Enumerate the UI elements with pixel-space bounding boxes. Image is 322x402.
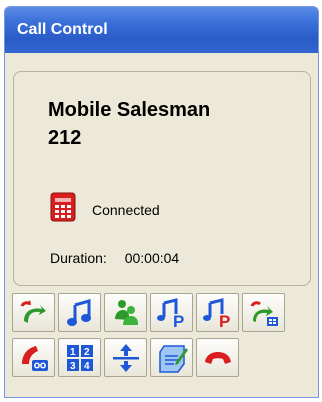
hangup-button[interactable] xyxy=(196,338,239,377)
svg-text:3: 3 xyxy=(70,361,76,372)
park-retrieve-button[interactable]: P xyxy=(196,293,239,332)
voicemail-button[interactable] xyxy=(12,338,55,377)
music-hold-button[interactable] xyxy=(58,293,101,332)
svg-text:4: 4 xyxy=(84,361,90,372)
svg-text:P: P xyxy=(173,312,184,329)
notes-button[interactable] xyxy=(150,338,193,377)
keypad-button[interactable]: 12 34 xyxy=(58,338,101,377)
svg-text:P: P xyxy=(219,312,230,329)
caller-name: Mobile Salesman xyxy=(48,99,211,121)
keypad-icon: 12 34 xyxy=(66,344,93,372)
caller-info: Mobile Salesman 212 xyxy=(48,96,288,152)
duration-row: Duration: 00:00:04 xyxy=(50,250,179,266)
toolbar-row-1: P P xyxy=(12,293,312,332)
notes-icon xyxy=(158,344,188,373)
park-retrieve-icon: P xyxy=(202,297,230,329)
split-icon xyxy=(112,343,139,372)
transfer-icon xyxy=(20,299,46,323)
transfer-button[interactable] xyxy=(12,293,55,332)
call-info-panel: Mobile Salesman 212 Connected Duration: … xyxy=(13,71,311,286)
call-status: Connected xyxy=(92,201,160,218)
svg-text:1: 1 xyxy=(70,347,76,358)
duration-label: Duration: xyxy=(50,250,107,266)
phone-icon xyxy=(50,192,76,227)
toolbar-row-2: 12 34 xyxy=(12,338,312,377)
retrieve-icon xyxy=(250,300,278,326)
conference-button[interactable] xyxy=(104,293,147,332)
park-icon: P xyxy=(156,297,184,329)
caller-extension: 212 xyxy=(48,127,82,149)
park-button[interactable]: P xyxy=(150,293,193,332)
status-row: Connected xyxy=(50,192,160,227)
window-title: Call Control xyxy=(17,21,108,38)
music-hold-icon xyxy=(66,298,91,326)
conference-icon xyxy=(114,299,138,325)
svg-text:2: 2 xyxy=(84,347,90,358)
title-bar[interactable]: Call Control xyxy=(5,7,318,53)
call-control-window: Call Control Mobile Salesman 212 Connect… xyxy=(4,6,319,398)
split-button[interactable] xyxy=(104,338,147,377)
duration-value: 00:00:04 xyxy=(124,250,180,266)
voicemail-icon xyxy=(21,345,48,371)
hangup-icon xyxy=(204,351,231,364)
retrieve-button[interactable] xyxy=(242,293,285,332)
